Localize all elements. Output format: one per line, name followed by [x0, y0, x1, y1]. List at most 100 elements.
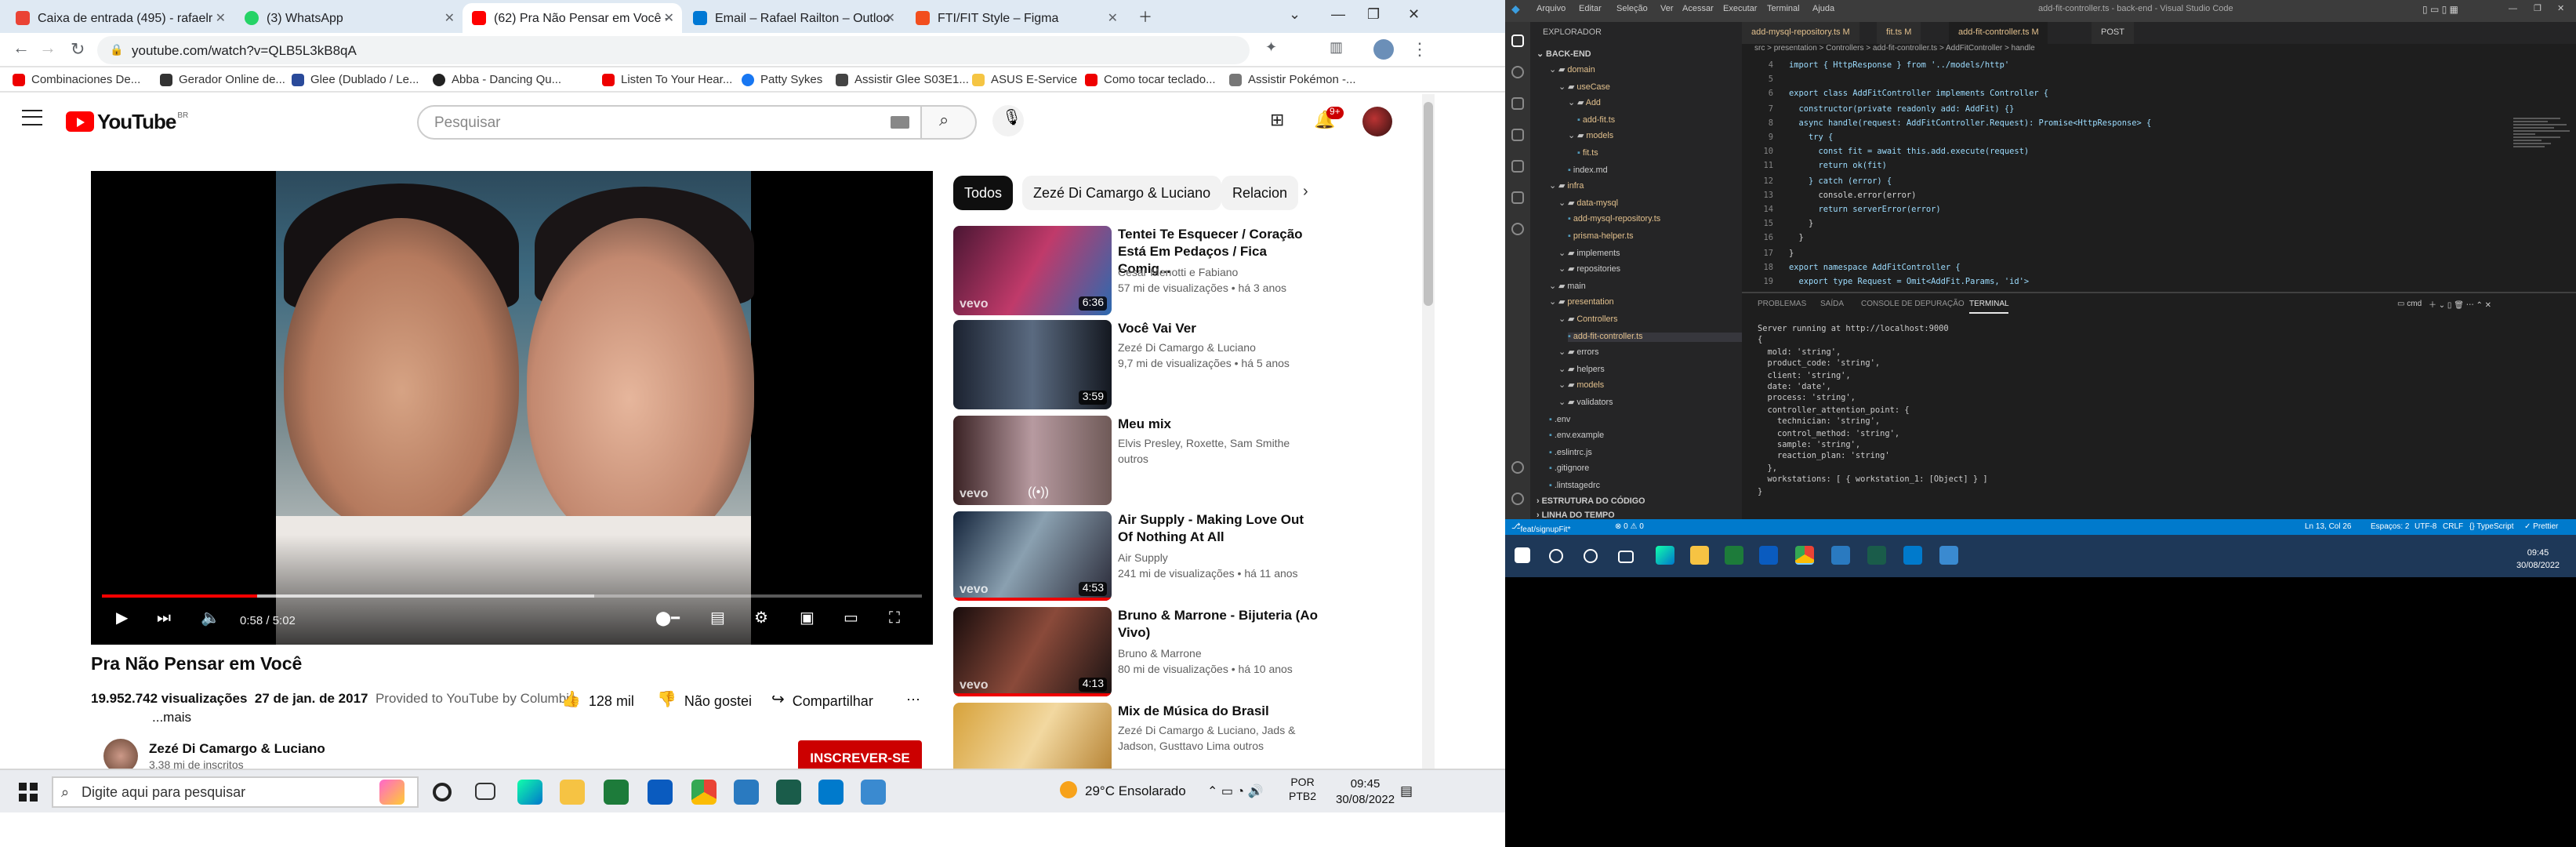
folder-item[interactable]: ⌄ ▰ infra	[1549, 182, 1742, 191]
folder-item[interactable]: ⌄ ▰ data-mysql	[1558, 199, 1742, 209]
tab-youtube[interactable]: (62) Pra Não Pensar em Você - Yo ✕	[463, 3, 682, 33]
gear-icon[interactable]	[1511, 493, 1524, 505]
task-view-icon[interactable]	[475, 783, 495, 800]
profile-avatar[interactable]	[1373, 39, 1394, 60]
file-item[interactable]: ▪ .env	[1549, 415, 1742, 424]
explorer-root[interactable]: ⌄ BACK-END	[1537, 50, 1591, 60]
app-icon[interactable]	[861, 780, 886, 805]
explorer-icon[interactable]	[1511, 35, 1524, 47]
next-icon[interactable]: ⏭	[157, 610, 171, 627]
page-scrollbar[interactable]	[1422, 94, 1435, 784]
code-line[interactable]: export namespace AddFitController {	[1789, 264, 1961, 273]
close-icon[interactable]: ✕	[216, 11, 226, 25]
code-line[interactable]: export type Request = Omit<AddFit.Params…	[1789, 278, 2029, 287]
folder-item[interactable]: ⌄ ▰ main	[1549, 282, 1742, 292]
cortana-icon[interactable]	[433, 783, 452, 802]
file-item[interactable]: ▪ fit.ts	[1577, 149, 1742, 158]
menu-go[interactable]: Acessar	[1682, 5, 1714, 14]
edge-icon[interactable]	[1656, 546, 1674, 565]
tab-post[interactable]: POST	[2092, 22, 2134, 44]
menu-icon[interactable]: ⋮	[1411, 39, 1428, 60]
tab-fit[interactable]: fit.ts M	[1877, 22, 1921, 44]
code-line[interactable]: async handle(request: AddFitController.R…	[1789, 119, 2151, 129]
cursor-position[interactable]: Ln 13, Col 26	[2305, 522, 2352, 532]
volume-icon[interactable]: 🔈	[201, 610, 220, 627]
edge-icon[interactable]	[517, 780, 542, 805]
code-line[interactable]: return serverError(error)	[1789, 205, 1940, 215]
chip-all[interactable]: Todos	[953, 176, 1014, 210]
menu-hamburger-icon[interactable]	[22, 110, 42, 125]
recommendation-item[interactable]: vevo 4:53 Air Supply - Making Love Out Of…	[953, 511, 1439, 602]
bookmark-item[interactable]: Assistir Glee S03E1...	[836, 72, 969, 86]
tab-problems[interactable]: PROBLEMAS	[1758, 300, 1806, 309]
recommendation-item[interactable]: vevo 4:13 Bruno & Marrone - Bijuteria (Ao…	[953, 607, 1439, 698]
more-actions-icon[interactable]: ⋯	[906, 692, 920, 709]
news-icon[interactable]	[379, 780, 405, 805]
tab-add-mysql-repository[interactable]: add-mysql-repository.ts M	[1742, 22, 1859, 44]
tab-figma[interactable]: FTI/FIT Style – Figma ✕	[906, 3, 1126, 33]
file-item[interactable]: ▪ prisma-helper.ts	[1568, 232, 1742, 242]
code-line[interactable]: }	[1789, 220, 1813, 229]
file-item[interactable]: ▪ add-mysql-repository.ts	[1568, 216, 1742, 225]
minimap[interactable]	[2513, 116, 2576, 179]
vscode-icon[interactable]	[1903, 546, 1922, 565]
file-item[interactable]: ▪ .env.example	[1549, 431, 1742, 441]
search-button[interactable]: ⌕	[922, 105, 977, 140]
clock[interactable]: 09:45 30/08/2022	[1336, 776, 1395, 808]
bookmark-item[interactable]: Patty Sykes	[742, 72, 822, 86]
code-line[interactable]: export class AddFitController implements…	[1789, 90, 2048, 100]
autoplay-toggle[interactable]: ⬤━	[655, 610, 680, 627]
folder-item[interactable]: ⌄ ▰ Controllers	[1558, 315, 1742, 325]
chrome-icon[interactable]	[691, 780, 717, 805]
clock[interactable]: 09:45 30/08/2022	[2516, 547, 2560, 573]
file-item[interactable]: ▪ add-fit.ts	[1577, 116, 1742, 125]
menu-help[interactable]: Ajuda	[1812, 5, 1834, 14]
folder-item[interactable]: ⌄ ▰ domain	[1549, 66, 1742, 75]
app-icon[interactable]	[1939, 546, 1958, 565]
weather-widget[interactable]: 29°C Ensolarado	[1060, 781, 1186, 798]
forward-icon[interactable]: →	[39, 39, 56, 58]
folder-item[interactable]: ⌄ ▰ validators	[1558, 398, 1742, 408]
file-item[interactable]: ▪ .gitignore	[1549, 465, 1742, 474]
terminal-shell-selector[interactable]: ▭ cmd	[2397, 300, 2422, 309]
dislike-button[interactable]: 👎 Não gostei	[657, 692, 752, 709]
bookmark-item[interactable]: Listen To Your Hear...	[602, 72, 732, 86]
voice-search-button[interactable]: 🎙	[992, 105, 1024, 136]
like-button[interactable]: 👍 128 mil	[561, 692, 634, 709]
gear-icon[interactable]: ⚙	[754, 610, 768, 627]
mail-icon[interactable]	[1759, 546, 1778, 565]
back-icon[interactable]: ←	[13, 39, 30, 58]
folder-item[interactable]: ⌄ ▰ models	[1568, 133, 1742, 142]
code-line[interactable]: }	[1789, 249, 1794, 258]
folder-item[interactable]: ⌄ ▰ useCase	[1558, 82, 1742, 92]
fullscreen-icon[interactable]: ⛶	[889, 610, 900, 627]
code-line[interactable]: console.error(error)	[1789, 191, 1916, 201]
extensions-icon[interactable]	[1511, 160, 1524, 173]
notification-center-icon[interactable]: ▤	[1400, 783, 1413, 800]
app-icon[interactable]	[1831, 546, 1850, 565]
task-view-icon[interactable]	[1618, 551, 1634, 563]
windows-start-icon[interactable]	[1515, 547, 1530, 563]
account-icon[interactable]	[1511, 461, 1524, 474]
bookmark-item[interactable]: Combinaciones De...	[13, 72, 140, 86]
reload-icon[interactable]: ↻	[71, 39, 85, 60]
subtitles-icon[interactable]: ▤	[710, 610, 725, 627]
restore-icon[interactable]: ❐	[1367, 6, 1380, 24]
language-indicator[interactable]: POR PTB2	[1289, 776, 1316, 805]
layout-icons[interactable]: ▯ ▭ ▯ ▦	[2422, 5, 2458, 16]
code-editor[interactable]: 4 import { HttpResponse } from '../models…	[1742, 58, 2576, 292]
create-video-icon[interactable]: ⊞	[1270, 110, 1284, 130]
taskbar-search[interactable]: ⌕ Digite aqui para pesquisar	[52, 776, 419, 808]
outline-section[interactable]: › ESTRUTURA DO CÓDIGO	[1537, 497, 1645, 507]
extensions-icon[interactable]: ✦	[1265, 39, 1277, 56]
terminal-output[interactable]: Server running at http://localhost:9000 {…	[1758, 325, 1988, 499]
tab-search-icon[interactable]: ⌄	[1289, 6, 1301, 24]
scrollbar-thumb[interactable]	[1424, 102, 1433, 306]
minimize-icon[interactable]: —	[1331, 6, 1345, 22]
restore-icon[interactable]: ❐	[2534, 5, 2542, 14]
app-icon[interactable]	[1867, 546, 1886, 565]
theater-mode-icon[interactable]: ▭	[844, 610, 858, 627]
problems-indicator[interactable]: ⊗ 0 ⚠ 0	[1615, 522, 1644, 532]
recommendation-item[interactable]: vevo 6:36 Tentei Te Esquecer / Coração Es…	[953, 226, 1439, 317]
menu-file[interactable]: Arquivo	[1537, 5, 1566, 14]
